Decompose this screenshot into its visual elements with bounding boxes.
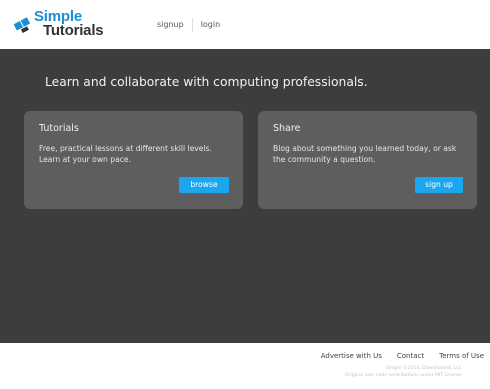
copyright: Simple ©2014, Downloaded, LLC Original u… [345, 366, 462, 379]
logo-icon [13, 16, 32, 34]
terms-link[interactable]: Terms of Use [439, 352, 484, 360]
browse-button[interactable]: browse [179, 177, 229, 193]
advertise-link[interactable]: Advertise with Us [321, 352, 382, 360]
header: Simple Tutorials signup login [0, 0, 490, 49]
sign-up-button[interactable]: sign up [415, 177, 463, 193]
footer: Advertise with Us Contact Terms of Use S… [0, 343, 490, 389]
hero-section: Learn and collaborate with computing pro… [0, 49, 490, 343]
login-link[interactable]: login [193, 18, 229, 32]
license-line: Original user code contributions under M… [345, 372, 462, 378]
logo[interactable]: Simple Tutorials [13, 8, 124, 41]
logo-text-tutorials: Tutorials [43, 22, 104, 39]
contact-link[interactable]: Contact [397, 352, 424, 360]
signup-link[interactable]: signup [149, 18, 192, 32]
tutorials-card: Tutorials Free, practical lessons at dif… [24, 111, 243, 209]
top-nav: signup login [149, 18, 228, 32]
card-title: Tutorials [39, 123, 79, 134]
footer-links: Advertise with Us Contact Terms of Use [306, 352, 484, 360]
tagline: Learn and collaborate with computing pro… [45, 75, 368, 89]
card-description: Free, practical lessons at different ski… [39, 144, 212, 164]
card-title: Share [273, 123, 301, 134]
share-card: Share Blog about something you learned t… [258, 111, 477, 209]
card-description: Blog about something you learned today, … [273, 144, 457, 164]
